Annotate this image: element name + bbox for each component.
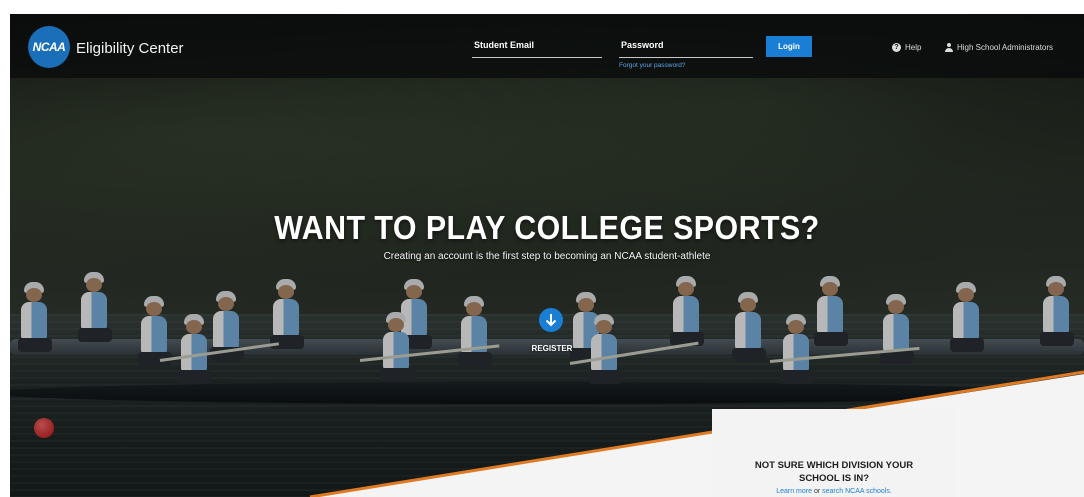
ncaa-logo[interactable]: NCAA — [28, 26, 70, 68]
brand-title: Eligibility Center — [76, 40, 184, 57]
register-label[interactable]: REGISTER — [510, 344, 594, 353]
division-card-title: NOT SURE WHICH DIVISION YOUR SCHOOL IS I… — [754, 460, 914, 484]
help-label: Help — [905, 43, 922, 52]
student-email-field[interactable]: Student Email — [472, 38, 602, 58]
password-field[interactable]: Password — [619, 38, 753, 58]
arrow-down-icon — [545, 314, 557, 327]
page: NCAA Eligibility Center Student Email Pa… — [10, 14, 1084, 497]
hero-title: WANT TO PLAY COLLEGE SPORTS? — [274, 209, 820, 246]
admins-label: High School Administrators — [957, 43, 1054, 52]
help-icon: ? — [892, 43, 901, 52]
logo-text: NCAA — [32, 40, 66, 54]
or-text: or — [813, 488, 823, 495]
user-icon — [945, 43, 953, 52]
high-school-administrators-link[interactable]: High School Administrators — [945, 43, 1053, 52]
hero-subtitle: Creating an account is the first step to… — [383, 251, 711, 262]
password-label: Password — [621, 40, 664, 50]
email-label: Student Email — [474, 40, 535, 50]
division-info-card: NOT SURE WHICH DIVISION YOUR SCHOOL IS I… — [712, 409, 956, 497]
register-button[interactable] — [539, 308, 563, 332]
learn-more-link[interactable]: Learn more — [776, 488, 812, 495]
search-schools-link[interactable]: search NCAA schools. — [822, 488, 892, 495]
help-link[interactable]: ? Help — [892, 43, 921, 52]
forgot-password-link[interactable]: Forgot your password? — [619, 62, 685, 69]
top-header: NCAA Eligibility Center Student Email Pa… — [10, 14, 1084, 78]
division-card-links: Learn more or search NCAA schools. — [712, 488, 956, 495]
login-button[interactable]: Login — [766, 36, 812, 57]
